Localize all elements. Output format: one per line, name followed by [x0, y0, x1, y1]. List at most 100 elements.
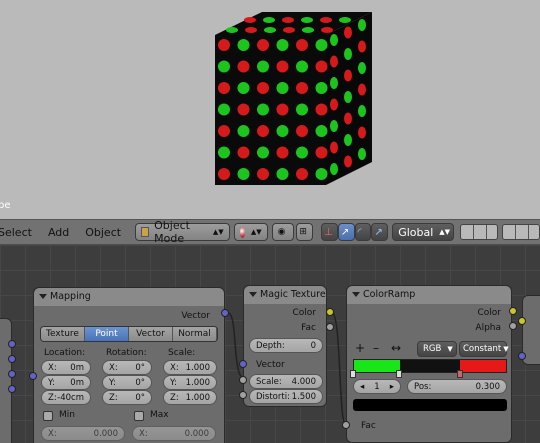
3d-viewport[interactable]: be [0, 0, 540, 219]
menu-object[interactable]: Object [77, 226, 129, 239]
texture-dot [237, 39, 250, 51]
remove-stop-button[interactable]: – [373, 341, 379, 355]
translate-button[interactable]: ↗ [337, 223, 355, 241]
socket[interactable] [518, 317, 526, 325]
min-x-field[interactable]: X: 0.000 [41, 426, 125, 441]
min-checkbox[interactable] [43, 411, 53, 421]
texture-dot [282, 17, 294, 23]
mode-dropdown[interactable]: Object Mode ▲▼ [135, 219, 230, 245]
socket[interactable] [518, 352, 526, 360]
texture-dot [245, 27, 257, 33]
layers-grid[interactable] [460, 224, 499, 240]
magic-vector-input-socket[interactable] [239, 360, 247, 368]
scale-button[interactable]: ↗ [371, 223, 389, 241]
location-y-field[interactable]: Y: 0m [41, 375, 91, 390]
interpolation-dropdown[interactable]: Constant ▼ [459, 341, 509, 357]
rotation-x-field[interactable]: X: 0° [102, 360, 152, 375]
type-vector[interactable]: Vector [129, 327, 173, 341]
texture-dot [344, 134, 352, 146]
magic-distortion-input-socket[interactable] [239, 391, 247, 399]
location-x-field[interactable]: X: 0m [41, 360, 91, 375]
texture-dot [257, 39, 269, 51]
magic-node-title[interactable]: Magic Texture [244, 286, 326, 304]
texture-dot [321, 27, 333, 33]
layers-grid-2[interactable] [502, 224, 540, 240]
snap-icon: ⊞ [299, 227, 307, 237]
type-normal[interactable]: Normal [173, 327, 217, 341]
texture-dot [296, 60, 308, 73]
socket[interactable] [8, 370, 16, 378]
flip-ramp-button[interactable]: ↔ [391, 341, 401, 355]
rotate-button[interactable]: ◜ [354, 223, 372, 241]
magic-scale-field[interactable]: Scale: 4.000 [249, 374, 323, 389]
magic-scale-input-socket[interactable] [239, 376, 247, 384]
texture-dot [264, 27, 276, 33]
texture-dot [301, 17, 313, 23]
pivot-dropdown[interactable]: ◉ [271, 223, 295, 241]
rotation-y-field[interactable]: Y: 0° [102, 375, 152, 390]
texture-dot [344, 26, 352, 39]
magic-fac-output-label: Fac [301, 323, 316, 333]
socket[interactable] [8, 355, 16, 363]
max-checkbox[interactable] [134, 411, 144, 421]
stop-color-swatch[interactable] [353, 399, 507, 411]
texture-dot [358, 19, 366, 31]
color-mode-dropdown[interactable]: RGB ▼ [417, 341, 457, 357]
shading-dropdown[interactable]: ▲▼ [233, 223, 268, 241]
texture-dot [218, 125, 230, 137]
orientation-label: Global [398, 225, 434, 239]
ramp-fac-input-socket[interactable] [342, 421, 350, 429]
ramp-stop-handle[interactable] [350, 370, 356, 378]
mapping-input-socket[interactable] [29, 372, 37, 380]
mapping-node-title[interactable]: Mapping [34, 288, 224, 306]
scale-x-field[interactable]: X: 1.000 [163, 360, 217, 375]
min-label: Min [59, 410, 75, 420]
mode-label: Object Mode [154, 219, 190, 245]
color-mode-label: RGB [423, 344, 442, 354]
stop-index-field[interactable]: ◂ 1 ▸ [353, 379, 401, 394]
color-ramp-bar[interactable] [353, 359, 507, 373]
depth-field[interactable]: Depth: 0 [249, 338, 323, 353]
magic-texture-node[interactable]: Magic Texture Color Fac Depth: 0 Vector S… [243, 285, 327, 407]
menu-add[interactable]: Add [40, 226, 77, 239]
colorramp-node[interactable]: ColorRamp Color Alpha + – ↔ RGB ▼ Constan… [346, 285, 512, 443]
type-point[interactable]: Point [85, 327, 129, 341]
texture-dot [358, 126, 366, 139]
mapping-node[interactable]: Mapping Vector Texture Point Vector Norm… [33, 287, 225, 443]
add-stop-button[interactable]: + [355, 341, 365, 355]
texture-dot [218, 168, 230, 180]
rotation-z-field[interactable]: Z: 0° [102, 390, 152, 405]
distortion-field[interactable]: Distorti: 1.500 [249, 389, 323, 404]
snap-button[interactable]: ⊞ [296, 223, 314, 241]
scale-y-field[interactable]: Y: 1.000 [163, 375, 217, 390]
scale-z-field[interactable]: Z: 1.000 [163, 390, 217, 405]
socket[interactable] [8, 385, 16, 393]
texture-dot [257, 125, 269, 137]
stop-pos-field[interactable]: Pos: 0.300 [407, 379, 507, 394]
object-name-label: be [0, 200, 11, 211]
orientation-dropdown[interactable]: Global ▲▼ [392, 223, 455, 241]
ramp-stop-handle-active[interactable] [396, 370, 402, 378]
partial-node-left[interactable] [0, 318, 12, 443]
cube-object[interactable] [0, 0, 540, 219]
magic-fac-output-socket[interactable] [326, 323, 334, 331]
type-texture[interactable]: Texture [41, 327, 85, 341]
socket[interactable] [8, 340, 16, 348]
ramp-alpha-output-socket[interactable] [509, 322, 517, 330]
rotate-icon: ◜ [357, 226, 362, 238]
texture-dot [276, 125, 289, 137]
manipulator-toggle[interactable]: ⊥ [321, 223, 338, 241]
texture-dot [330, 77, 338, 89]
mapping-vector-output-socket[interactable] [221, 309, 229, 317]
node-editor[interactable]: Mapping Vector Texture Point Vector Norm… [0, 245, 540, 443]
magic-color-output-socket[interactable] [326, 308, 334, 316]
max-x-field[interactable]: X: 0.000 [132, 426, 216, 441]
location-z-field[interactable]: Z: -40cm [41, 390, 91, 405]
texture-dot [344, 69, 352, 82]
texture-dot [276, 146, 289, 159]
menu-select[interactable]: Select [0, 226, 40, 239]
ramp-color-output-socket[interactable] [509, 307, 517, 315]
colorramp-title[interactable]: ColorRamp [347, 286, 511, 304]
ramp-stop-handle[interactable] [457, 370, 463, 378]
ramp-black-segment [399, 360, 461, 372]
